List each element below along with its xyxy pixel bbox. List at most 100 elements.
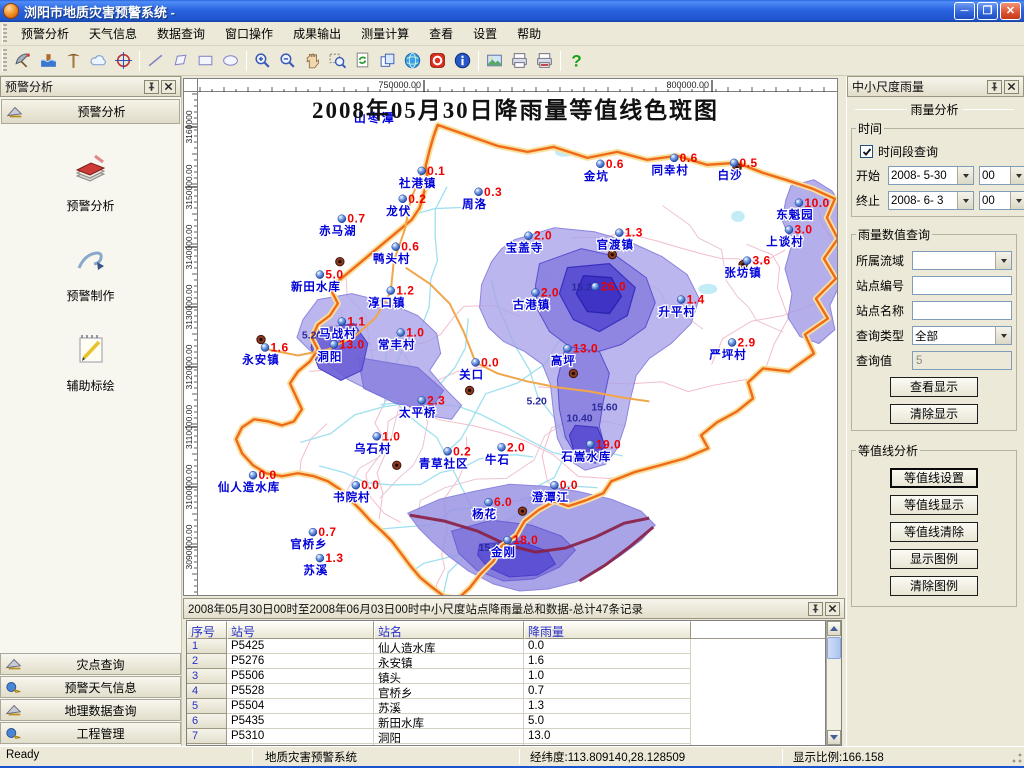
draw-rectangle-icon[interactable] — [193, 48, 218, 73]
survey-pick-icon[interactable] — [61, 48, 86, 73]
table-cell[interactable]: 洞阳 — [374, 729, 524, 744]
flood-monitor-icon[interactable] — [36, 48, 61, 73]
table-cell[interactable]: 苏溪 — [374, 699, 524, 714]
row-number-cell[interactable]: 1 — [187, 639, 227, 654]
toolbar-grip[interactable] — [2, 49, 7, 72]
station-marker[interactable] — [670, 154, 678, 162]
station-marker[interactable] — [418, 396, 426, 404]
station-marker[interactable] — [399, 195, 407, 203]
station-marker[interactable] — [387, 287, 395, 295]
sidebar-bar-工程管理[interactable]: 工程管理 — [0, 722, 181, 744]
left-panel-section-header[interactable]: 预警分析 — [1, 99, 180, 124]
menu-item-查看[interactable]: 查看 — [419, 22, 463, 45]
print-preview-icon[interactable] — [532, 48, 557, 73]
tool-item-辅助标绘[interactable]: 辅助标绘 — [0, 330, 181, 394]
draw-polygon-icon[interactable] — [168, 48, 193, 73]
close-button[interactable]: ✕ — [1000, 2, 1021, 20]
close-icon[interactable] — [1004, 80, 1019, 94]
table-header-降雨量[interactable]: 降雨量 — [524, 621, 691, 639]
print-icon[interactable] — [507, 48, 532, 73]
table-cell[interactable]: P5276 — [227, 654, 374, 669]
table-row[interactable]: 4P5528官桥乡0.7 — [187, 684, 825, 699]
basin-dropdown[interactable] — [912, 251, 1012, 270]
station-marker[interactable] — [498, 443, 506, 451]
station-marker[interactable] — [743, 257, 751, 265]
table-header-序号[interactable]: 序号 — [187, 621, 227, 639]
table-cell[interactable]: 13.0 — [524, 729, 691, 744]
pin-icon[interactable] — [144, 80, 159, 94]
chevron-down-icon[interactable] — [1010, 192, 1024, 209]
pin-icon[interactable] — [987, 80, 1002, 94]
show-query-button[interactable]: 查看显示 — [890, 377, 978, 397]
row-number-cell[interactable]: 3 — [187, 669, 227, 684]
table-cell[interactable]: P5528 — [227, 684, 374, 699]
row-number-cell[interactable]: 2 — [187, 654, 227, 669]
row-number-cell[interactable]: 6 — [187, 714, 227, 729]
station-marker[interactable] — [373, 432, 381, 440]
menu-item-成果输出[interactable]: 成果输出 — [283, 22, 351, 45]
station-marker[interactable] — [730, 159, 738, 167]
table-cell[interactable]: 永安镇 — [374, 654, 524, 669]
weather-cloud-icon[interactable] — [86, 48, 111, 73]
scroll-thumb[interactable] — [827, 637, 841, 659]
pin-icon[interactable] — [808, 602, 823, 616]
table-row[interactable]: 3P5506镇头1.0 — [187, 669, 825, 684]
close-icon[interactable] — [825, 602, 840, 616]
station-marker[interactable] — [249, 471, 257, 479]
end-date-dropdown[interactable]: 2008- 6- 3 — [888, 191, 974, 210]
table-cell[interactable]: P5435 — [227, 714, 374, 729]
menu-item-预警分析[interactable]: 预警分析 — [11, 22, 79, 45]
start-hour-dropdown[interactable]: 00 — [979, 166, 1024, 185]
table-cell[interactable]: 仙人造水库 — [374, 639, 524, 654]
station-marker[interactable] — [338, 318, 346, 326]
table-row[interactable]: 2P5276永安镇1.6 — [187, 654, 825, 669]
station-marker[interactable] — [550, 481, 558, 489]
station-marker[interactable] — [586, 440, 594, 448]
menu-item-设置[interactable]: 设置 — [463, 22, 507, 45]
query-type-dropdown[interactable]: 全部 — [912, 326, 1012, 345]
station-marker[interactable] — [309, 528, 317, 536]
draw-line-icon[interactable] — [143, 48, 168, 73]
table-row[interactable]: 5P5504苏溪1.3 — [187, 699, 825, 714]
station-marker[interactable] — [475, 188, 483, 196]
station-marker[interactable] — [444, 447, 452, 455]
close-icon[interactable] — [161, 80, 176, 94]
zoom-in-icon[interactable] — [250, 48, 275, 73]
time-range-checkbox[interactable] — [860, 145, 873, 158]
station-marker[interactable] — [316, 271, 324, 279]
menu-item-帮助[interactable]: 帮助 — [507, 22, 551, 45]
table-scrollbar[interactable] — [826, 620, 842, 746]
table-cell[interactable]: 1.0 — [524, 669, 691, 684]
station-marker[interactable] — [504, 536, 512, 544]
refresh-icon[interactable] — [350, 48, 375, 73]
station-marker[interactable] — [418, 167, 426, 175]
copy-layers-icon[interactable] — [375, 48, 400, 73]
warning-analysis-icon[interactable] — [11, 48, 36, 73]
station-marker[interactable] — [615, 229, 623, 237]
scroll-down-button[interactable] — [827, 730, 841, 745]
row-number-cell[interactable]: 5 — [187, 699, 227, 714]
tool-item-预警制作[interactable]: 预警制作 — [0, 240, 181, 304]
table-cell[interactable]: 1.3 — [524, 699, 691, 714]
table-cell[interactable]: P5425 — [227, 639, 374, 654]
resize-grip[interactable] — [1008, 747, 1024, 766]
chevron-down-icon[interactable] — [957, 167, 973, 184]
sidebar-bar-灾点查询[interactable]: 灾点查询 — [0, 653, 181, 675]
table-cell[interactable]: 0.7 — [524, 684, 691, 699]
minimize-button[interactable]: ─ — [954, 2, 975, 20]
scroll-up-button[interactable] — [827, 621, 841, 636]
tool-item-预警分析[interactable]: 预警分析 — [0, 150, 181, 214]
station-marker[interactable] — [330, 341, 338, 349]
contour-show-button[interactable]: 等值线显示 — [890, 495, 978, 515]
table-cell[interactable]: 镇头 — [374, 669, 524, 684]
chevron-down-icon[interactable] — [995, 252, 1011, 269]
station-no-input[interactable] — [912, 276, 1012, 295]
station-marker[interactable] — [531, 289, 539, 297]
chevron-down-icon[interactable] — [995, 327, 1011, 344]
station-marker[interactable] — [485, 498, 493, 506]
image-export-icon[interactable] — [482, 48, 507, 73]
zoom-out-icon[interactable] — [275, 48, 300, 73]
row-number-cell[interactable]: 7 — [187, 729, 227, 744]
menu-item-数据查询[interactable]: 数据查询 — [147, 22, 215, 45]
table-cell[interactable]: P5310 — [227, 729, 374, 744]
